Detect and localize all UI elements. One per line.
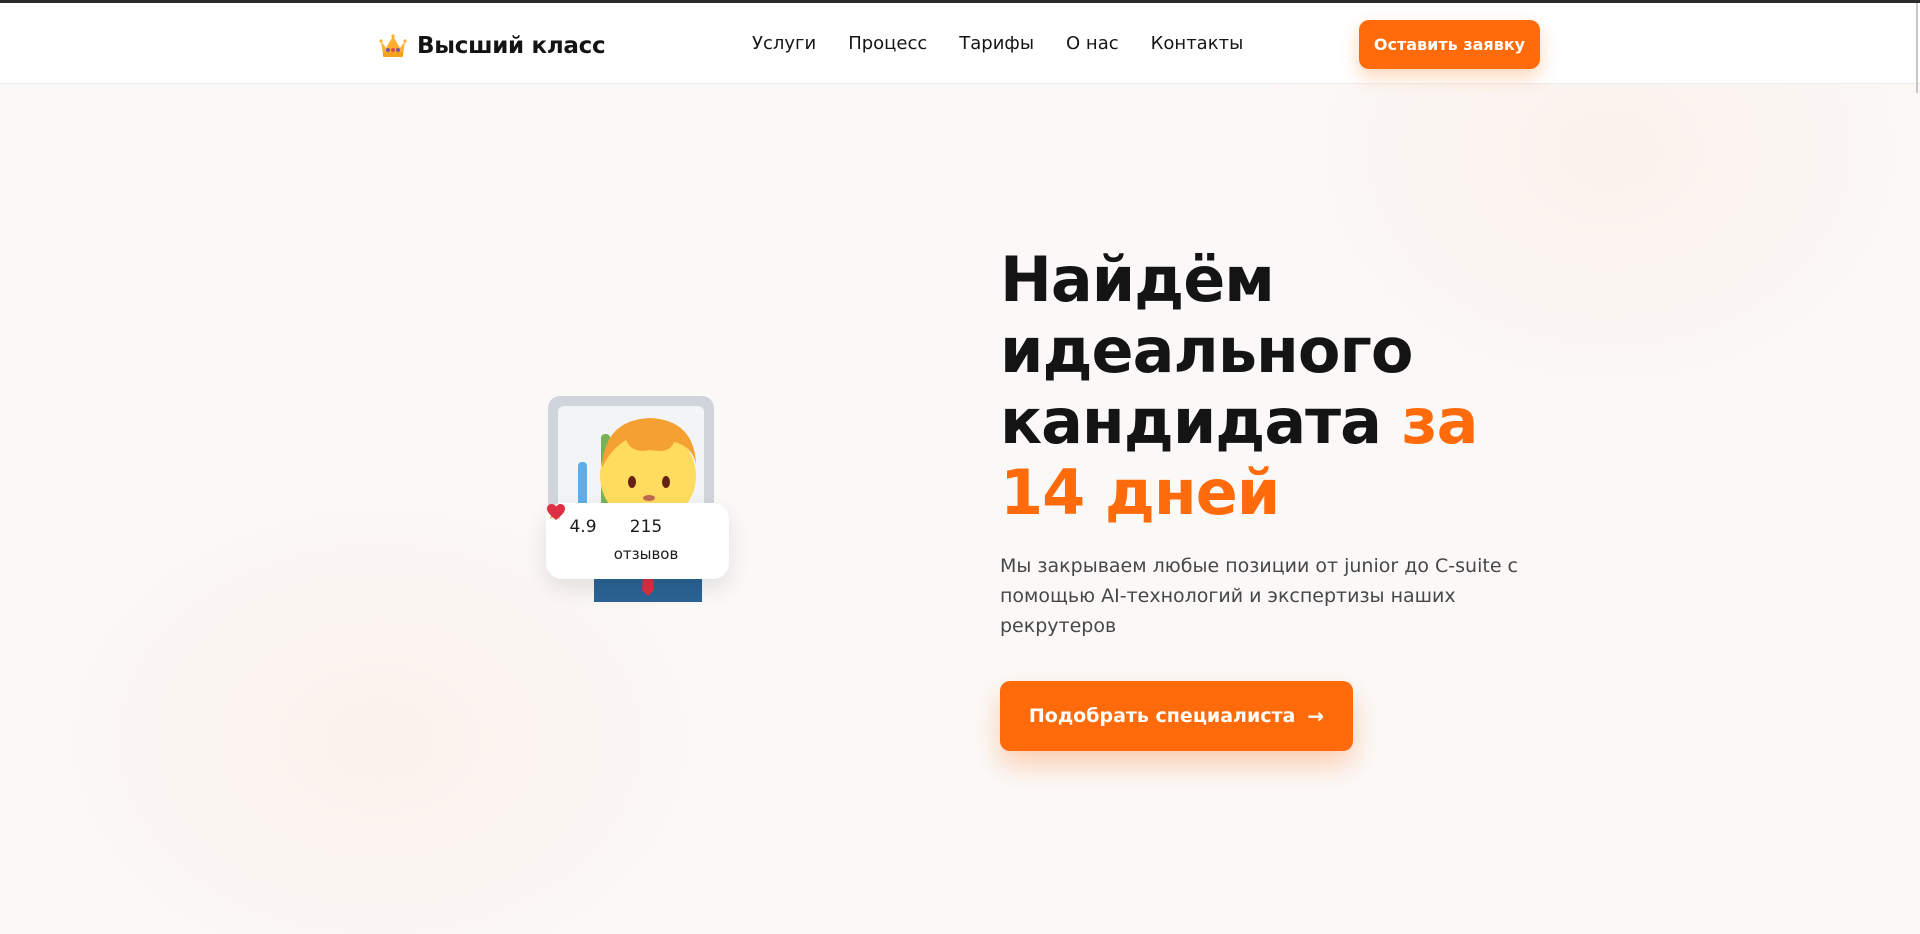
hero-subtitle: Мы закрываем любые позиции от junior до … [1000, 555, 1518, 637]
site-header: Высший класс Услуги Процесс Тарифы О нас… [0, 3, 1920, 84]
nav-item-process[interactable]: Процесс [848, 33, 927, 54]
nav-item-pricing[interactable]: Тарифы [959, 33, 1034, 54]
nav-item-contacts[interactable]: Контакты [1151, 33, 1244, 54]
rating-card: 4.9 215 отзывов [546, 503, 729, 579]
find-specialist-button[interactable]: Подобрать специалиста → [1000, 681, 1353, 751]
find-specialist-label: Подобрать специалиста [1028, 705, 1296, 727]
heart-icon [547, 504, 565, 520]
brand-name: Высший класс [417, 33, 606, 59]
main-nav: Услуги Процесс Тарифы О нас Контакты [752, 33, 1243, 54]
scrollbar[interactable] [1916, 3, 1918, 93]
nav-item-services[interactable]: Услуги [752, 33, 816, 54]
reviews-count: 215 [629, 517, 663, 537]
brand-logo[interactable]: Высший класс [379, 28, 606, 64]
crown-icon [379, 34, 407, 57]
rating-score: 4.9 [569, 517, 597, 537]
arrow-right-icon: → [1307, 704, 1325, 728]
nav-item-about[interactable]: О нас [1066, 33, 1119, 54]
hero-title: Найдём идеального кандидата за 14 дней [1000, 244, 1560, 528]
reviews-label: отзывов [613, 545, 679, 563]
hero-illustration: 4.9 215 отзывов [546, 394, 756, 602]
leave-request-button[interactable]: Оставить заявку [1359, 20, 1540, 69]
hero-title-main: Найдём идеального кандидата [1000, 243, 1413, 458]
